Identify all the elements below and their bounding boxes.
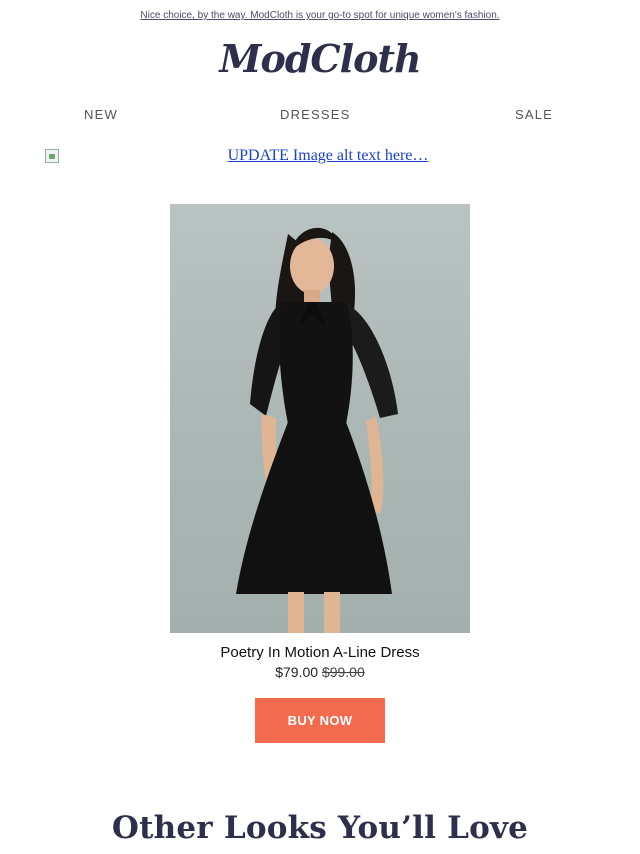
banner-image-placeholder[interactable]: UPDATE Image alt text here… xyxy=(45,147,595,167)
nav-dresses-link[interactable]: DRESSES xyxy=(280,107,351,122)
preheader-text[interactable]: Nice choice, by the way. ModCloth is you… xyxy=(0,10,640,21)
main-nav: NEW DRESSES SALE xyxy=(0,107,640,123)
sale-price: $79.00 xyxy=(275,664,319,680)
product-name-link[interactable]: Poetry In Motion A-Line Dress xyxy=(0,644,640,661)
section-title: Other Looks You’ll Love xyxy=(111,810,529,846)
original-price: $99.00 xyxy=(321,664,365,680)
buy-now-button[interactable]: BUY NOW xyxy=(255,698,385,743)
modcloth-logo[interactable]: ModCloth xyxy=(0,36,640,81)
nav-new-link[interactable]: NEW xyxy=(84,107,118,122)
product-photo[interactable] xyxy=(170,204,470,633)
nav-sale-link[interactable]: SALE xyxy=(515,107,553,122)
price-row: $79.00 $99.00 xyxy=(0,664,640,680)
model-in-dress-illustration xyxy=(236,227,398,633)
banner-alt-text[interactable]: UPDATE Image alt text here… xyxy=(45,147,611,165)
